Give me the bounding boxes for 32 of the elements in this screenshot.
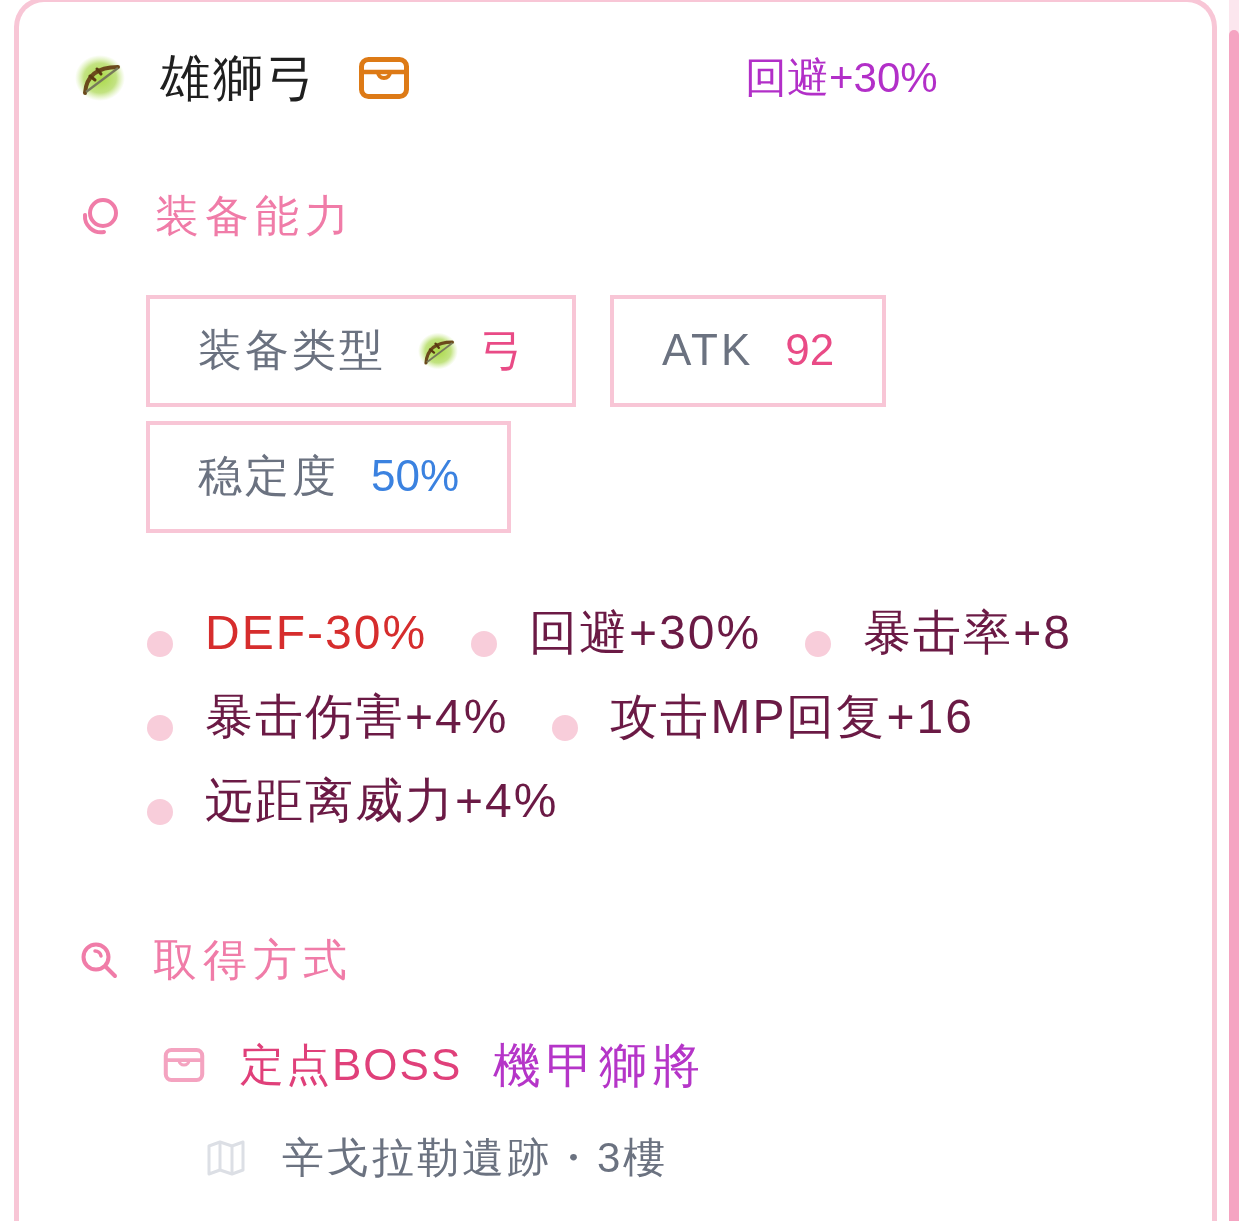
stat-label: 装备类型: [198, 324, 386, 377]
swirl-icon: [80, 196, 120, 237]
source-type: 定点BOSS: [240, 1039, 463, 1091]
stat-value: 弓: [480, 324, 524, 377]
map-icon: [207, 1140, 245, 1177]
stat-value: 92: [785, 324, 835, 377]
chest-icon: [163, 1048, 205, 1083]
section-title: 取得方式: [153, 933, 353, 986]
chest-icon: [359, 57, 409, 99]
effect-text: DEF-30%: [205, 605, 428, 661]
bullet-icon: [552, 714, 579, 741]
effect-text: 暴击伤害+4%: [205, 689, 509, 745]
section-title: 装备能力: [155, 190, 355, 242]
stat-value: 50%: [371, 450, 460, 503]
highlight-stat: 回避+30%: [745, 52, 938, 103]
stat-label: 稳定度: [198, 450, 339, 503]
search-icon: [80, 941, 118, 980]
boss-name: 機甲獅將: [493, 1037, 706, 1094]
bullet-icon: [147, 714, 173, 741]
bow-icon: [75, 53, 125, 103]
effect-text: 远距离威力+4%: [205, 773, 559, 829]
bullet-icon: [805, 630, 832, 657]
bullet-icon: [147, 630, 173, 657]
stat-label: ATK: [662, 324, 754, 377]
location-text: 辛戈拉勒遺跡・3樓: [282, 1133, 669, 1184]
effect-text: 攻击MP回复+16: [610, 689, 974, 745]
item-name: 雄獅弓: [160, 49, 319, 108]
effect-text: 回避+30%: [529, 605, 762, 661]
bullet-icon: [147, 798, 173, 825]
bow-icon: [418, 330, 458, 371]
bullet-icon: [471, 630, 498, 657]
effect-text: 暴击率+8: [863, 605, 1072, 661]
